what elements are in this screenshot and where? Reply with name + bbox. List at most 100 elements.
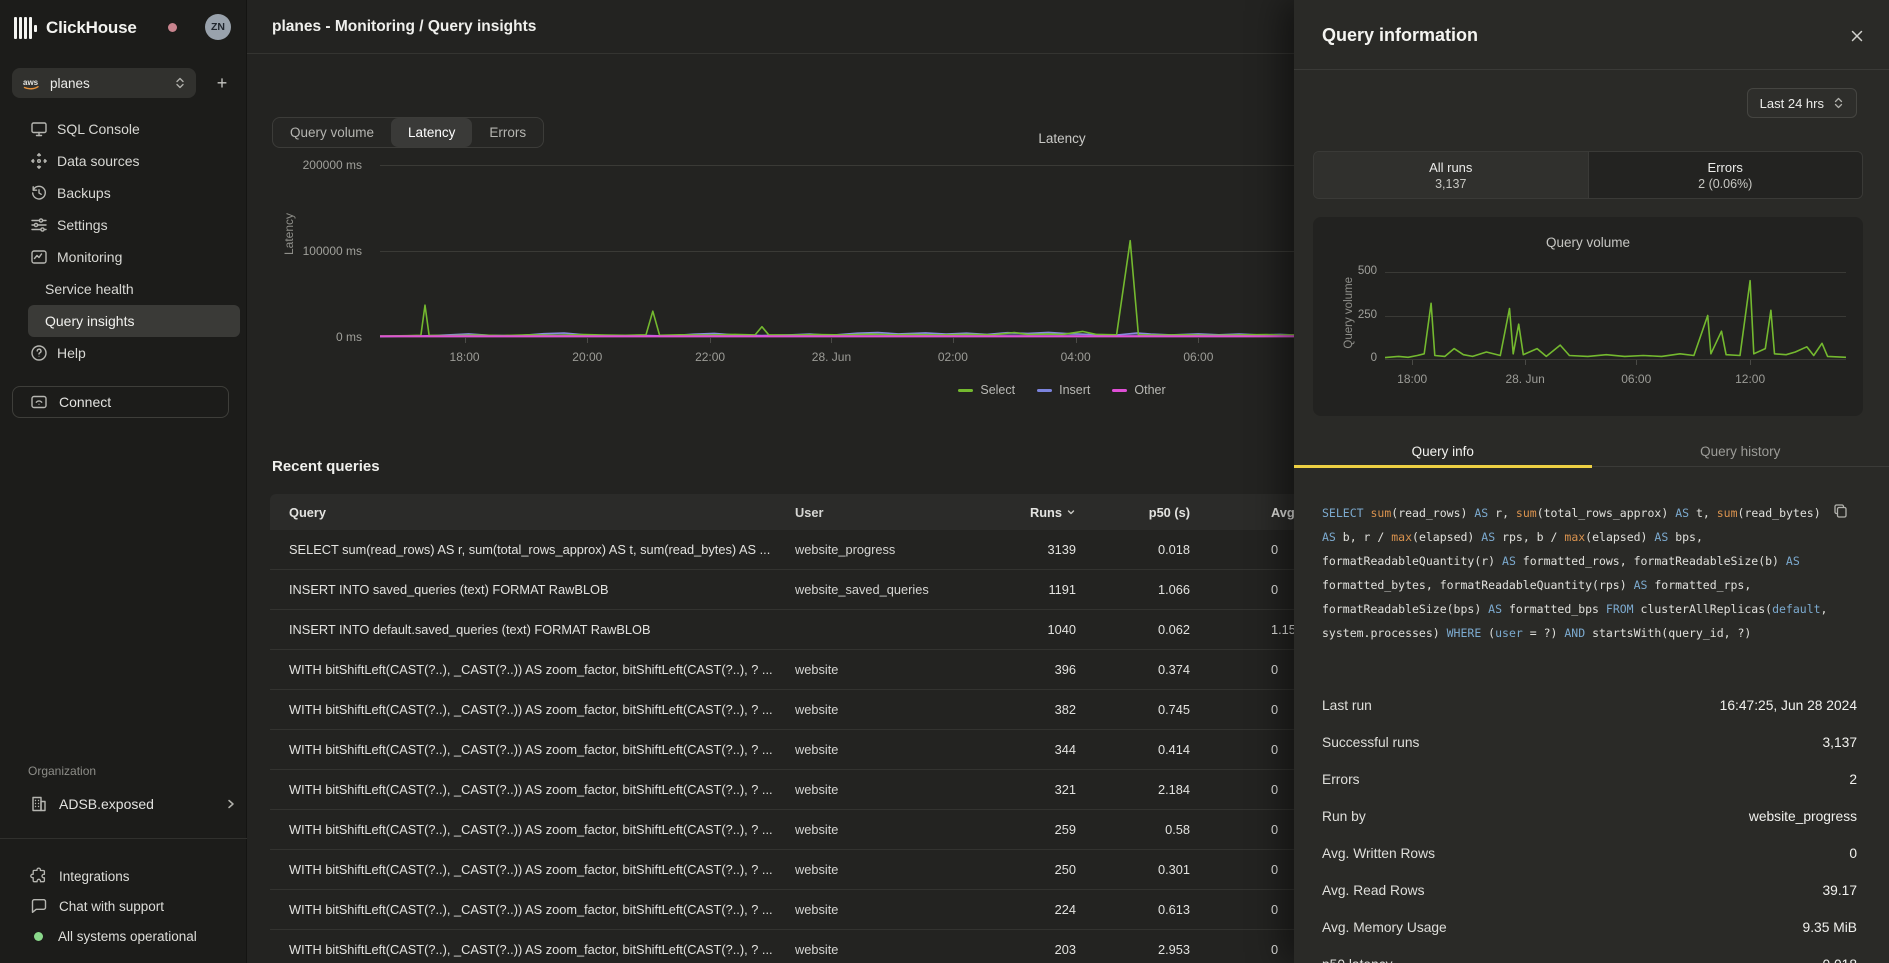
building-icon — [30, 795, 48, 813]
detail-row: p50 latency 0.018 — [1322, 946, 1857, 963]
latency-ytick-200000: 200000 ms — [277, 158, 362, 172]
col-query: Query — [270, 505, 795, 520]
sql-code-line: AS b, r / max(elapsed) AS rps, b / max(e… — [1322, 525, 1869, 549]
table-row[interactable]: WITH bitShiftLeft(CAST(?..), _CAST(?..))… — [270, 650, 1395, 690]
sql-code-line: formatReadableSize(bps) AS formatted_bps… — [1322, 597, 1869, 621]
table-row[interactable]: WITH bitShiftLeft(CAST(?..), _CAST(?..))… — [270, 890, 1395, 930]
sidebar-item-service-health[interactable]: Service health — [28, 273, 240, 305]
workspace-selector[interactable]: aws planes — [12, 68, 196, 98]
cell-p50: 0.062 — [1076, 622, 1190, 637]
cell-query: WITH bitShiftLeft(CAST(?..), _CAST(?..))… — [270, 782, 795, 797]
cell-p50: 0.301 — [1076, 862, 1190, 877]
volume-ytick-500: 500 — [1337, 265, 1377, 277]
cell-p50: 0.374 — [1076, 662, 1190, 677]
x-tick-label: 06:00 — [1621, 372, 1651, 386]
legend-item: Select — [958, 383, 1015, 397]
tab-query-info[interactable]: Query info — [1294, 436, 1592, 466]
legend-label: Select — [980, 383, 1015, 397]
table-row[interactable]: INSERT INTO default.saved_queries (text)… — [270, 610, 1395, 650]
detail-value: 9.35 MiB — [1803, 920, 1857, 935]
x-tick-label: 18:00 — [450, 350, 480, 364]
cell-p50: 0.745 — [1076, 702, 1190, 717]
cell-query: WITH bitShiftLeft(CAST(?..), _CAST(?..))… — [270, 822, 795, 837]
recent-queries-table: Query User Runs p50 (s) Avg. SELECT sum(… — [270, 494, 1395, 963]
query-volume-card: Query volume Query volume 500 250 0 18:0… — [1313, 217, 1863, 416]
sidebar-nav: SQL Console Data sources Backups Setting… — [28, 113, 240, 369]
table-row[interactable]: WITH bitShiftLeft(CAST(?..), _CAST(?..))… — [270, 930, 1395, 963]
close-icon[interactable] — [1847, 26, 1867, 46]
cell-user: website — [795, 942, 955, 957]
user-avatar[interactable]: ZN — [205, 14, 231, 40]
detail-label: Avg. Written Rows — [1322, 846, 1435, 861]
x-tick-label: 12:00 — [1735, 372, 1765, 386]
cell-user: website_progress — [795, 542, 955, 557]
cell-query: INSERT INTO default.saved_queries (text)… — [270, 622, 795, 637]
volume-ytick-250: 250 — [1337, 309, 1377, 321]
time-range-select[interactable]: Last 24 hrs — [1747, 88, 1857, 118]
cell-query: INSERT INTO saved_queries (text) FORMAT … — [270, 582, 795, 597]
cell-query: WITH bitShiftLeft(CAST(?..), _CAST(?..))… — [270, 742, 795, 757]
system-status[interactable]: All systems operational — [28, 921, 240, 951]
volume-x-axis: 18:0028. Jun06:0012:00 — [1385, 360, 1846, 390]
table-row[interactable]: INSERT INTO saved_queries (text) FORMAT … — [270, 570, 1395, 610]
sidebar-item-monitoring[interactable]: Monitoring — [28, 241, 240, 273]
cell-runs: 344 — [955, 742, 1076, 757]
cell-query: WITH bitShiftLeft(CAST(?..), _CAST(?..))… — [270, 862, 795, 877]
x-tick-label: 20:00 — [572, 350, 602, 364]
organization-selector[interactable]: ADSB.exposed — [28, 788, 240, 820]
cell-user: website — [795, 902, 955, 917]
brand-name: ClickHouse — [46, 18, 137, 38]
copy-icon[interactable] — [1833, 503, 1849, 519]
tab-errors[interactable]: Errors — [472, 118, 543, 147]
detail-row: Avg. Read Rows 39.17 — [1322, 872, 1857, 909]
all-runs-count: 3,137 — [1435, 177, 1466, 191]
detail-value: website_progress — [1749, 809, 1857, 824]
sidebar-item-help[interactable]: Help — [28, 337, 240, 369]
organization-heading: Organization — [28, 764, 96, 778]
table-row[interactable]: WITH bitShiftLeft(CAST(?..), _CAST(?..))… — [270, 850, 1395, 890]
table-row[interactable]: WITH bitShiftLeft(CAST(?..), _CAST(?..))… — [270, 730, 1395, 770]
sidebar-item-settings[interactable]: Settings — [28, 209, 240, 241]
legend-item: Insert — [1037, 383, 1090, 397]
cell-p50: 0.613 — [1076, 902, 1190, 917]
cell-runs: 1191 — [955, 582, 1076, 597]
cell-user: website_saved_queries — [795, 582, 955, 597]
table-body: SELECT sum(read_rows) AS r, sum(total_ro… — [270, 530, 1395, 963]
all-runs-tab[interactable]: All runs 3,137 — [1314, 152, 1588, 198]
tab-latency[interactable]: Latency — [391, 118, 472, 147]
table-row[interactable]: WITH bitShiftLeft(CAST(?..), _CAST(?..))… — [270, 770, 1395, 810]
volume-ytick-0: 0 — [1337, 352, 1377, 364]
sidebar-item-integrations[interactable]: Integrations — [28, 861, 240, 891]
sql-code-line: formatReadableQuantity(r) AS formatted_r… — [1322, 549, 1869, 573]
x-tick-label: 02:00 — [938, 350, 968, 364]
table-row[interactable]: SELECT sum(read_rows) AS r, sum(total_ro… — [270, 530, 1395, 570]
detail-label: Avg. Read Rows — [1322, 883, 1425, 898]
errors-tab[interactable]: Errors 2 (0.06%) — [1588, 152, 1863, 198]
sidebar-item-query-insights[interactable]: Query insights — [28, 305, 240, 337]
sidebar-item-backups[interactable]: Backups — [28, 177, 240, 209]
cell-query: WITH bitShiftLeft(CAST(?..), _CAST(?..))… — [270, 662, 795, 677]
sidebar-item-chat-support[interactable]: Chat with support — [28, 891, 240, 921]
cell-p50: 0.414 — [1076, 742, 1190, 757]
col-runs-sortable[interactable]: Runs — [955, 505, 1076, 520]
tab-query-history[interactable]: Query history — [1592, 436, 1889, 466]
tab-query-volume[interactable]: Query volume — [273, 118, 391, 147]
table-row[interactable]: WITH bitShiftLeft(CAST(?..), _CAST(?..))… — [270, 690, 1395, 730]
connect-button[interactable]: Connect — [12, 386, 229, 418]
table-row[interactable]: WITH bitShiftLeft(CAST(?..), _CAST(?..))… — [270, 810, 1395, 850]
sidebar-item-sql-console[interactable]: SQL Console — [28, 113, 240, 145]
detail-row: Run by website_progress — [1322, 798, 1857, 835]
clickhouse-logo[interactable]: ClickHouse — [14, 14, 137, 42]
sort-descending-icon — [1066, 507, 1076, 517]
panel-title: Query information — [1322, 25, 1478, 46]
sidebar-item-data-sources[interactable]: Data sources — [28, 145, 240, 177]
add-service-button[interactable]: + — [206, 68, 238, 98]
cell-runs: 382 — [955, 702, 1076, 717]
x-tick-label: 18:00 — [1397, 372, 1427, 386]
chevron-updown-icon — [1833, 96, 1844, 110]
status-dot-icon — [34, 932, 43, 941]
table-header-row: Query User Runs p50 (s) Avg. — [270, 494, 1395, 530]
cell-runs: 203 — [955, 942, 1076, 957]
detail-value: 0.018 — [1822, 957, 1857, 963]
cell-p50: 0.58 — [1076, 822, 1190, 837]
